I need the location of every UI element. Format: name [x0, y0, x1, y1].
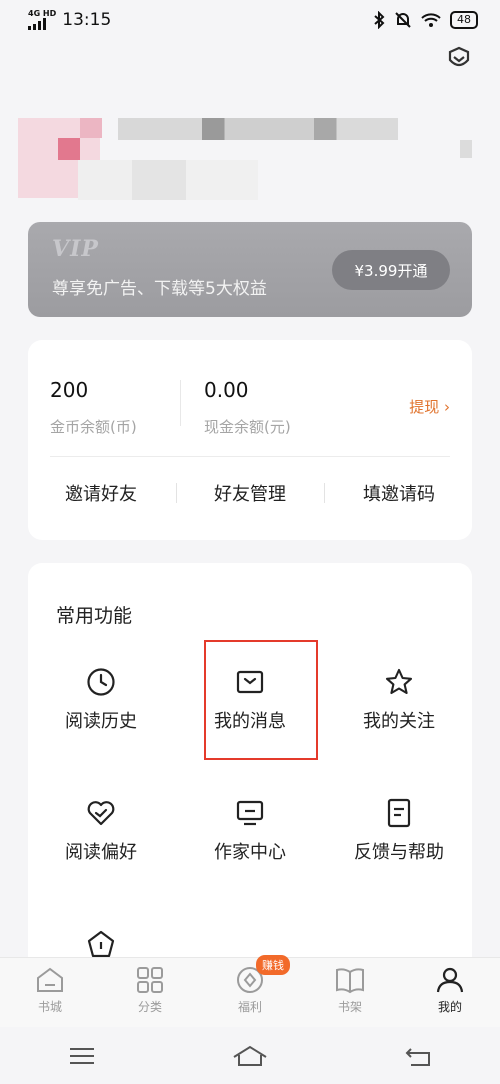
feedback-help-label: 反馈与帮助	[354, 842, 444, 863]
tab-label: 书架	[337, 1000, 362, 1014]
tab-mine[interactable]: 我的	[400, 958, 500, 1027]
profile-info-mosaic	[78, 160, 258, 200]
friend-management-button[interactable]: 好友管理	[185, 480, 315, 506]
shield-icon[interactable]	[446, 46, 472, 72]
tab-welfare[interactable]: 赚钱 福利	[200, 955, 300, 1027]
my-follows-button[interactable]: 我的关注	[334, 667, 464, 733]
divider	[180, 380, 181, 426]
vip-description: 尊享免广告、下载等5大权益	[52, 279, 267, 299]
vip-open-button[interactable]: ¥3.99开通	[332, 250, 450, 290]
wallet-card: 200 金币余额(币) 0.00 现金余额(元) 提现 › 邀请好友 好友管理 …	[28, 340, 472, 540]
grid-icon	[137, 967, 163, 993]
reading-preference-button[interactable]: 阅读偏好	[36, 798, 166, 864]
star-icon	[385, 668, 413, 695]
cash-balance-label: 现金余额(元)	[204, 418, 291, 436]
highlight-box	[204, 640, 318, 760]
tab-label: 书城	[37, 1000, 62, 1014]
chevron-right-icon: ›	[444, 398, 450, 416]
status-right: 48	[372, 11, 478, 29]
clock-time: 13:15	[62, 10, 112, 30]
avatar-mosaic-block	[80, 118, 102, 138]
cash-balance-value[interactable]: 0.00	[204, 378, 249, 402]
heart-check-icon	[87, 801, 115, 826]
avatar-mosaic-block	[58, 138, 80, 160]
status-left: 4G HD 13:15	[28, 10, 111, 30]
back-icon[interactable]	[405, 1045, 431, 1067]
withdraw-link[interactable]: 提现 ›	[409, 396, 450, 417]
document-icon	[387, 798, 411, 828]
battery-indicator: 48	[450, 11, 478, 29]
home-icon	[37, 967, 63, 992]
status-bar: 4G HD 13:15 48	[0, 0, 500, 40]
my-follows-label: 我的关注	[363, 711, 435, 732]
pentagon-info-icon	[87, 930, 115, 958]
divider	[324, 483, 325, 503]
tab-category[interactable]: 分类	[100, 958, 200, 1027]
vip-banner[interactable]: VIP 尊享免广告、下载等5大权益 ¥3.99开通	[28, 222, 472, 317]
writer-center-label: 作家中心	[214, 842, 286, 863]
person-icon	[436, 967, 464, 993]
common-functions-card: 常用功能 阅读历史 我的消息 我的关注 阅读偏好 作家中心 反馈与帮助	[28, 563, 472, 983]
divider	[50, 456, 450, 457]
reading-preference-label: 阅读偏好	[65, 842, 137, 863]
enter-invite-code-button[interactable]: 填邀请码	[334, 480, 464, 506]
username-mosaic	[118, 118, 398, 140]
menu-icon[interactable]	[69, 1046, 95, 1066]
monitor-icon	[236, 800, 264, 826]
tab-label: 我的	[437, 1000, 462, 1014]
feedback-help-button[interactable]: 反馈与帮助	[334, 798, 464, 864]
home-nav-icon[interactable]	[232, 1045, 268, 1067]
writer-center-button[interactable]: 作家中心	[185, 798, 315, 864]
divider	[176, 483, 177, 503]
tab-label: 分类	[137, 1000, 162, 1014]
withdraw-label: 提现	[409, 398, 440, 416]
section-title: 常用功能	[56, 605, 133, 627]
vip-logo: VIP	[52, 236, 99, 262]
coin-balance-value[interactable]: 200	[50, 378, 88, 402]
network-type: 4G HD	[28, 9, 57, 18]
profile-header[interactable]	[18, 98, 488, 208]
tab-bookshelf[interactable]: 书架	[300, 958, 400, 1027]
tab-label: 福利	[237, 1000, 262, 1014]
signal-icon	[28, 18, 56, 30]
bottom-tab-bar: 书城 分类 赚钱 福利 书架 我的	[0, 955, 500, 1027]
reading-history-button[interactable]: 阅读历史	[36, 667, 166, 733]
clock-icon	[87, 668, 115, 696]
book-icon	[336, 968, 364, 994]
coin-balance-label: 金币余额(币)	[50, 418, 137, 436]
mute-bell-icon	[395, 12, 411, 28]
more-function-button[interactable]	[36, 929, 166, 959]
profile-arrow-mosaic	[460, 140, 472, 158]
reading-history-label: 阅读历史	[65, 711, 137, 732]
tab-bookstore[interactable]: 书城	[0, 958, 100, 1027]
earn-money-badge: 赚钱	[256, 955, 290, 975]
wifi-icon	[421, 13, 441, 27]
invite-friends-button[interactable]: 邀请好友	[36, 480, 166, 506]
system-navigation-bar	[0, 1027, 500, 1084]
signal-group: 4G HD	[28, 10, 56, 30]
bluetooth-icon	[374, 11, 385, 29]
